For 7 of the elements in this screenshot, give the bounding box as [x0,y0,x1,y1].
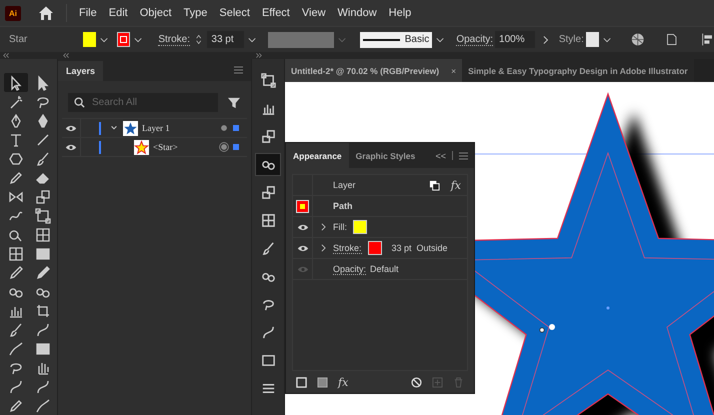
style-label: Style: [558,34,584,45]
object-type-label: Star [9,34,28,45]
attribute-label: Fill: [333,222,347,232]
layer-label: Layer [333,180,356,190]
object-label: Path [333,201,353,211]
attribute-value: 33 pt Outside [392,243,448,253]
attribute-value: Default [370,264,399,274]
